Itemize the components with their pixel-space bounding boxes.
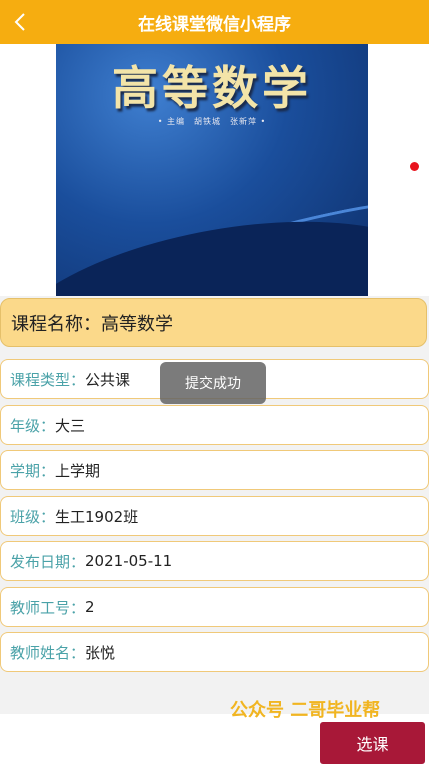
course-cover-image: 高等数学 • 主编 胡铁城 张新萍 • [56,44,368,298]
toast-message: 提交成功 [160,362,266,404]
detail-value: 生工1902班 [55,507,139,526]
cover-title: 高等数学 [112,61,312,115]
detail-row-class: 班级： 生工1902班 [0,496,429,536]
detail-value: 2 [85,598,95,616]
detail-label: 学期： [10,461,56,480]
course-name-row: 课程名称： 高等数学 [0,298,427,347]
page-title: 在线课堂微信小程序 [138,14,291,35]
navigation-bar: 在线课堂微信小程序 [0,0,429,44]
carousel-indicator-dot [410,162,419,171]
detail-label: 班级： [10,507,56,526]
detail-label: 年级： [10,416,56,435]
detail-row-grade: 年级： 大三 [0,405,429,445]
detail-row-semester: 学期： 上学期 [0,450,429,490]
course-name-label: 课程名称： [11,313,101,335]
detail-row-publish-date: 发布日期： 2021-05-11 [0,541,429,581]
detail-row-teacher-id: 教师工号： 2 [0,587,429,627]
detail-label: 课程类型： [10,370,86,389]
detail-value: 上学期 [55,461,101,480]
detail-value: 张悦 [85,643,116,662]
detail-label: 教师工号： [10,598,86,617]
watermark-text: 公众号 二哥毕业帮 [230,700,381,721]
detail-label: 发布日期： [10,552,86,571]
detail-value: 公共课 [85,370,131,389]
course-name-value: 高等数学 [101,313,173,335]
cover-decoration [56,190,368,298]
cover-authors: • 主编 胡铁城 张新萍 • [157,117,267,126]
chevron-left-icon [14,13,25,31]
detail-value: 2021-05-11 [85,552,173,570]
detail-label: 教师姓名： [10,643,86,662]
select-course-button[interactable]: 选课 [320,722,425,764]
back-button[interactable] [8,8,32,36]
detail-value: 大三 [55,416,86,435]
detail-row-teacher-name: 教师姓名： 张悦 [0,632,429,672]
